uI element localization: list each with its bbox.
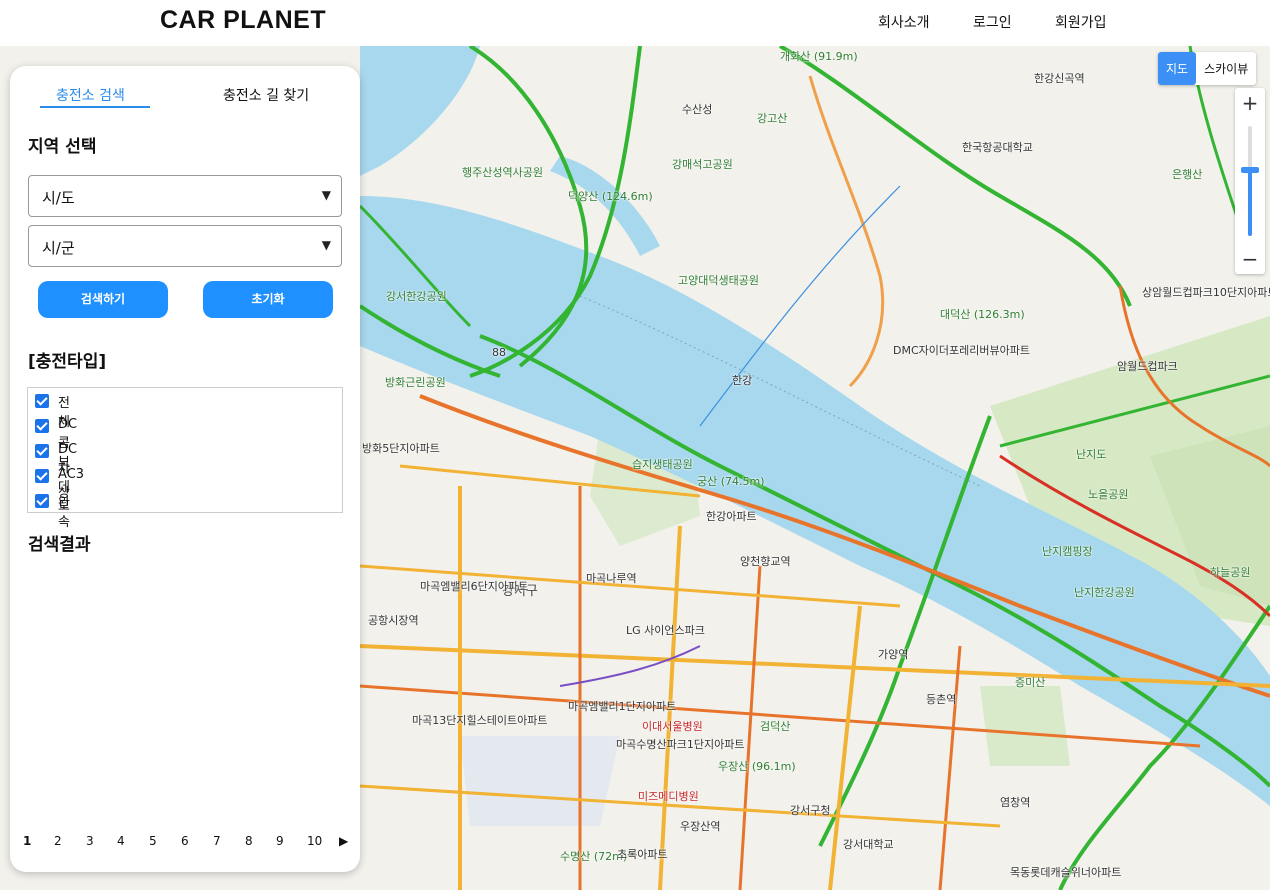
map-label: DMC자이더포레리버뷰아파트 [893, 344, 1030, 357]
nav-company[interactable]: 회사소개 [878, 12, 930, 32]
map-label: 하늘공원 [1210, 566, 1251, 579]
checkbox-all[interactable] [35, 394, 49, 408]
chevron-down-icon: ▼ [321, 238, 331, 252]
page-10[interactable]: 10 [307, 834, 322, 848]
map-label: 공항시장역 [368, 614, 419, 627]
map-label: 한국항공대학교 [962, 141, 1033, 154]
map-label: 대덕산 (126.3m) [940, 308, 1025, 321]
zoom-level-fill [1248, 170, 1252, 236]
sigun-select[interactable]: 시/군 ▼ [28, 225, 342, 267]
map-label: 이대서울병원 [642, 720, 703, 733]
page-6[interactable]: 6 [181, 834, 189, 848]
zoom-out-button[interactable]: − [1235, 244, 1265, 274]
zoom-slider-handle[interactable] [1241, 167, 1259, 173]
map-label: 방화근린공원 [385, 376, 446, 389]
map-label: 우장산역 [680, 820, 721, 833]
checkbox-slow[interactable] [35, 494, 49, 508]
map-type-skyview-button[interactable]: 스카이뷰 [1196, 52, 1256, 85]
results-title: 검색결과 [28, 535, 91, 555]
map-label: 강서구청 [790, 804, 831, 817]
map-label: 미즈메디병원 [638, 790, 699, 803]
charge-type-list: 전체 DC콤보 DC차데모 AC3상 완속 [27, 387, 343, 530]
page-9[interactable]: 9 [276, 834, 284, 848]
sido-select[interactable]: 시/도 ▼ [28, 175, 342, 217]
map-label: 마곡수명산파크1단지아파트 [616, 738, 745, 751]
map-label: 강서대학교 [843, 838, 894, 851]
map-label: 강서한강공원 [386, 290, 447, 303]
map-label: 난지캠핑장 [1042, 545, 1093, 558]
map-label: 행주산성역사공원 [462, 166, 543, 179]
map-label: 강매석고공원 [672, 158, 733, 171]
page-8[interactable]: 8 [245, 834, 253, 848]
map-label: 마곡나루역 [586, 572, 637, 585]
nav-signup[interactable]: 회원가입 [1055, 12, 1107, 32]
checkbox-ac3[interactable] [35, 469, 49, 483]
map-label: 증미산 [1015, 676, 1046, 689]
map-label: 덕양산 (124.6m) [568, 190, 653, 203]
map-type-map-button[interactable]: 지도 [1158, 52, 1197, 85]
map-label: 마곡엠밸리6단지아파트 [420, 580, 529, 593]
map-label: 한강 [732, 374, 753, 387]
page-3[interactable]: 3 [86, 834, 94, 848]
tab-active-indicator [40, 106, 150, 108]
logo[interactable]: CAR PLANET [160, 6, 326, 35]
sido-select-value: 시/도 [42, 189, 75, 207]
map-label: 마곡13단지힐스테이트아파트 [412, 714, 548, 727]
map-label: 목동롯데캐슬위너아파트 [1010, 866, 1122, 879]
map-label: 검덕산 [760, 720, 791, 733]
map-type-switch: 지도 스카이뷰 [1158, 52, 1257, 85]
page-4[interactable]: 4 [117, 834, 125, 848]
page-5[interactable]: 5 [149, 834, 157, 848]
charge-type-title: [충전타입] [28, 352, 107, 372]
nav-login[interactable]: 로그인 [973, 12, 1012, 32]
map-label: 한강신곡역 [1034, 72, 1085, 85]
page-7[interactable]: 7 [213, 834, 221, 848]
checkbox-dc-combo[interactable] [35, 419, 49, 433]
map-label: 방화5단지아파트 [362, 442, 440, 455]
map-label: 가양역 [878, 648, 909, 661]
map-label: 마곡엠밸리1단지아파트 [568, 700, 677, 713]
reset-button[interactable]: 초기화 [203, 281, 333, 318]
map-label: 고양대덕생태공원 [678, 274, 759, 287]
page-2[interactable]: 2 [54, 834, 62, 848]
map-label: 습지생태공원 [632, 458, 693, 471]
map-label: 난지한강공원 [1074, 586, 1135, 599]
charge-type-label: 완속 [58, 496, 70, 530]
zoom-control: + − [1235, 88, 1265, 274]
map-label: 양천향교역 [740, 555, 791, 568]
chevron-down-icon: ▼ [321, 188, 331, 202]
sigun-select-value: 시/군 [42, 239, 75, 257]
map-label: 은행산 [1172, 168, 1203, 181]
tab-station-search[interactable]: 충전소 검색 [56, 85, 125, 105]
map-label: 난지도 [1076, 448, 1107, 461]
search-panel: 충전소 검색 충전소 길 찾기 지역 선택 시/도 ▼ 시/군 ▼ 검색하기 초… [10, 66, 360, 872]
zoom-in-button[interactable]: + [1235, 88, 1265, 118]
top-header: CAR PLANET 회사소개 로그인 회원가입 [0, 0, 1270, 46]
map-label: 수산성 [682, 103, 713, 116]
map-label: LG 사이언스파크 [626, 624, 705, 637]
map-label: 상암월드컵파크10단지아파트 [1142, 286, 1270, 299]
map-label: 한강아파트 [706, 510, 757, 523]
map-label: 초록아파트 [617, 848, 668, 861]
map-label: 염창역 [1000, 796, 1031, 809]
page-1[interactable]: 1 [23, 834, 31, 848]
map-label: 암월드컵파크 [1117, 360, 1178, 373]
map-label: 등촌역 [926, 693, 957, 706]
map-label: 88 [492, 346, 506, 359]
map-label: 개화산 (91.9m) [780, 50, 858, 63]
next-page-icon[interactable]: ▶ [339, 834, 348, 848]
map-label: 우장산 (96.1m) [718, 760, 796, 773]
map-label: 강고산 [757, 112, 788, 125]
checkbox-dc-chademo[interactable] [35, 444, 49, 458]
search-button[interactable]: 검색하기 [38, 281, 168, 318]
region-section-title: 지역 선택 [28, 137, 97, 157]
tab-station-route[interactable]: 충전소 길 찾기 [223, 85, 309, 105]
map-label: 노을공원 [1088, 488, 1129, 501]
map-label: 궁산 (74.5m) [697, 475, 765, 488]
